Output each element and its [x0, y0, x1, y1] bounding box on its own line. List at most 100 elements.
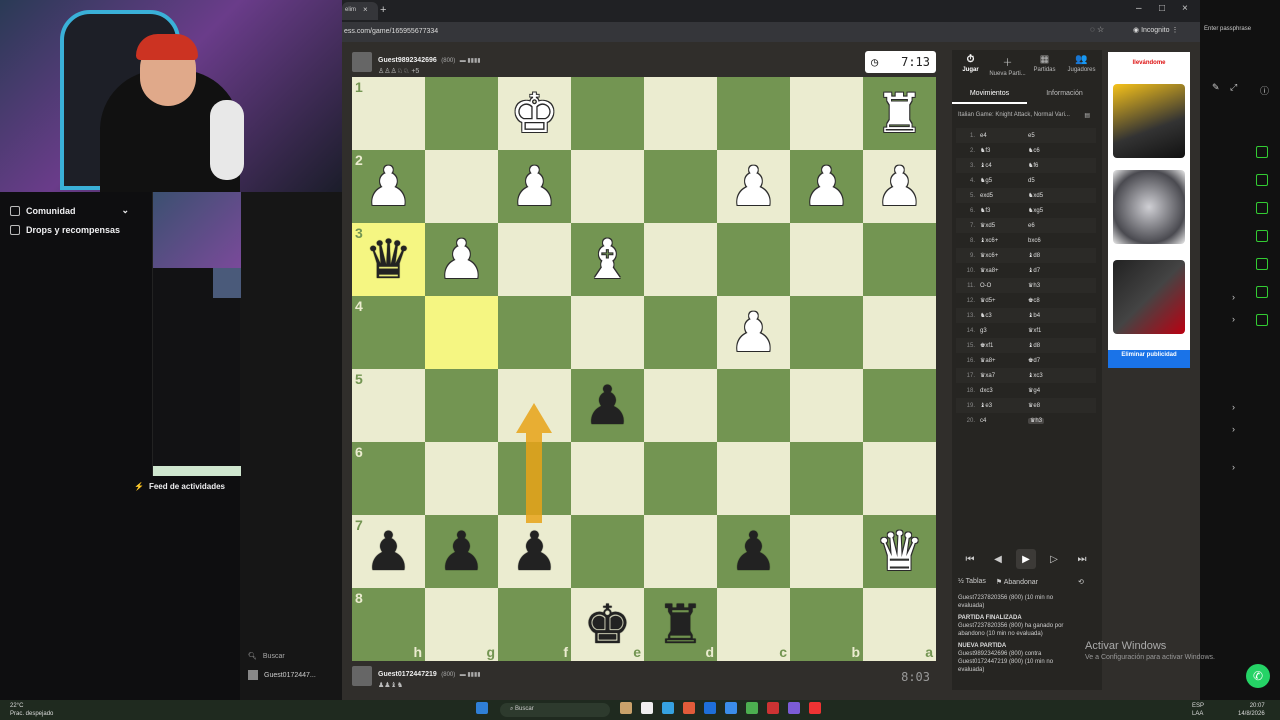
- chess-piece[interactable]: ♜: [863, 77, 936, 150]
- app-icon[interactable]: [641, 702, 653, 714]
- ad-image-earbuds[interactable]: [1113, 170, 1185, 244]
- current-move[interactable]: ♛h3: [1028, 418, 1045, 424]
- chess-piece[interactable]: ♟: [717, 296, 790, 369]
- kebab-menu-icon[interactable]: ⋮: [1171, 27, 1178, 34]
- white-move[interactable]: ♝e3: [980, 402, 1028, 409]
- white-move[interactable]: dxc3: [980, 388, 1028, 394]
- white-move[interactable]: e4: [980, 133, 1028, 139]
- board-square[interactable]: ♛: [863, 515, 936, 588]
- board-square[interactable]: [644, 515, 717, 588]
- black-move[interactable]: ♛h3: [1028, 417, 1076, 424]
- white-move[interactable]: ♛d5+: [980, 297, 1028, 304]
- prev-move-button[interactable]: ◀: [988, 549, 1008, 569]
- sidebar-item-drops[interactable]: Drops y recompensas: [10, 225, 120, 235]
- black-move[interactable]: ♛xf1: [1028, 327, 1076, 334]
- resign-button[interactable]: ⚑ Abandonar: [996, 578, 1038, 586]
- white-move[interactable]: ♝c4: [980, 162, 1028, 169]
- tab-partidas[interactable]: ▦ Partidas: [1026, 54, 1063, 73]
- remove-ads-button[interactable]: Eliminar publicidad: [1108, 350, 1190, 368]
- white-move[interactable]: ♝xc6+: [980, 237, 1028, 244]
- chess-piece[interactable]: ♟: [790, 150, 863, 223]
- white-move[interactable]: ♞f3: [980, 147, 1028, 154]
- tab-movimientos[interactable]: Movimientos: [952, 84, 1027, 104]
- board-square[interactable]: [790, 223, 863, 296]
- board-square[interactable]: 6: [352, 442, 425, 515]
- board-square[interactable]: [717, 442, 790, 515]
- board-square[interactable]: 5: [352, 369, 425, 442]
- chess-piece[interactable]: ♚: [498, 77, 571, 150]
- ad-banner[interactable]: llevándome Eliminar publicidad: [1108, 52, 1190, 368]
- tab-close-icon[interactable]: ×: [363, 5, 368, 14]
- board-square[interactable]: ♟: [498, 150, 571, 223]
- board-square[interactable]: [571, 515, 644, 588]
- board-square[interactable]: [498, 296, 571, 369]
- white-move[interactable]: ♞c3: [980, 312, 1028, 319]
- black-move[interactable]: e6: [1028, 223, 1076, 229]
- close-window-button[interactable]: ×: [1182, 3, 1188, 14]
- board-square[interactable]: [498, 223, 571, 296]
- chevron-right-icon[interactable]: ›: [1232, 314, 1235, 324]
- board-square[interactable]: a: [863, 588, 936, 661]
- store-icon[interactable]: [704, 702, 716, 714]
- board-square[interactable]: [571, 296, 644, 369]
- windows-start-icon[interactable]: [476, 702, 488, 714]
- board-square[interactable]: ♟: [717, 515, 790, 588]
- sidebar-guest-entry[interactable]: Guest0172447...: [248, 670, 316, 680]
- black-move[interactable]: e5: [1028, 133, 1076, 139]
- white-move[interactable]: ♛xc6+: [980, 252, 1028, 259]
- board-square[interactable]: 3 ♛: [352, 223, 425, 296]
- maximize-button[interactable]: □: [1159, 3, 1165, 14]
- board-square[interactable]: 4: [352, 296, 425, 369]
- avatar[interactable]: [352, 666, 372, 686]
- board-square[interactable]: d ♜: [644, 588, 717, 661]
- black-move[interactable]: ♝xc3: [1028, 372, 1076, 379]
- board-square[interactable]: ♟: [863, 150, 936, 223]
- black-move[interactable]: ♝d8: [1028, 252, 1076, 259]
- info-icon[interactable]: ⓘ: [1260, 84, 1269, 97]
- whatsapp-icon[interactable]: ✆: [1246, 664, 1270, 688]
- activity-feed-header[interactable]: ⚡ Feed de actividades: [134, 482, 225, 491]
- board-square[interactable]: ♟: [717, 150, 790, 223]
- board-square[interactable]: [790, 369, 863, 442]
- chevron-right-icon[interactable]: ›: [1232, 462, 1235, 472]
- board-square[interactable]: [644, 296, 717, 369]
- black-move[interactable]: ♚d7: [1028, 357, 1076, 364]
- taskbar-search[interactable]: ⌕ Buscar: [500, 703, 610, 717]
- app-icon[interactable]: [683, 702, 695, 714]
- white-move[interactable]: ♞f3: [980, 207, 1028, 214]
- black-move[interactable]: ♞f6: [1028, 162, 1076, 169]
- white-move[interactable]: g3: [980, 328, 1028, 334]
- next-move-button[interactable]: ▷: [1044, 549, 1064, 569]
- board-square[interactable]: e ♚: [571, 588, 644, 661]
- minimize-button[interactable]: –: [1136, 3, 1142, 14]
- board-square[interactable]: [790, 442, 863, 515]
- tab-jugadores[interactable]: 👥 Jugadores: [1063, 54, 1100, 73]
- black-move[interactable]: bxc6: [1028, 238, 1076, 244]
- chess-piece[interactable]: ♟: [498, 515, 571, 588]
- app-icon[interactable]: [767, 702, 779, 714]
- black-move[interactable]: ♞xg5: [1028, 207, 1076, 214]
- language-indicator[interactable]: ESP LAA: [1192, 702, 1204, 718]
- chess-piece[interactable]: ♟: [352, 515, 425, 588]
- board-square[interactable]: [644, 369, 717, 442]
- black-move[interactable]: ♞xd5: [1028, 192, 1076, 199]
- white-move[interactable]: ♛xa8+: [980, 267, 1028, 274]
- chevron-right-icon[interactable]: ›: [1232, 292, 1235, 302]
- black-move[interactable]: ♛e8: [1028, 402, 1076, 409]
- board-square[interactable]: [644, 223, 717, 296]
- white-move[interactable]: ♞g5: [980, 177, 1028, 184]
- explorer-icon[interactable]: [620, 702, 632, 714]
- board-square[interactable]: [863, 369, 936, 442]
- board-square[interactable]: f: [498, 588, 571, 661]
- chess-piece[interactable]: ♚: [571, 588, 644, 661]
- chess-piece[interactable]: ♜: [644, 588, 717, 661]
- last-move-button[interactable]: ⏭: [1072, 549, 1092, 569]
- flip-board-icon[interactable]: ⟲: [1078, 578, 1084, 586]
- sidebar-item-comunidad[interactable]: Comunidad ⌄: [10, 205, 129, 216]
- board-square[interactable]: ♟: [498, 515, 571, 588]
- board-square[interactable]: ♜: [863, 77, 936, 150]
- board-square[interactable]: 2 ♟: [352, 150, 425, 223]
- tab-nueva-partida[interactable]: ＋ Nueva Parti...: [989, 54, 1026, 77]
- extension-icon-5[interactable]: [1256, 258, 1268, 270]
- draw-button[interactable]: ½ Tablas: [958, 578, 986, 586]
